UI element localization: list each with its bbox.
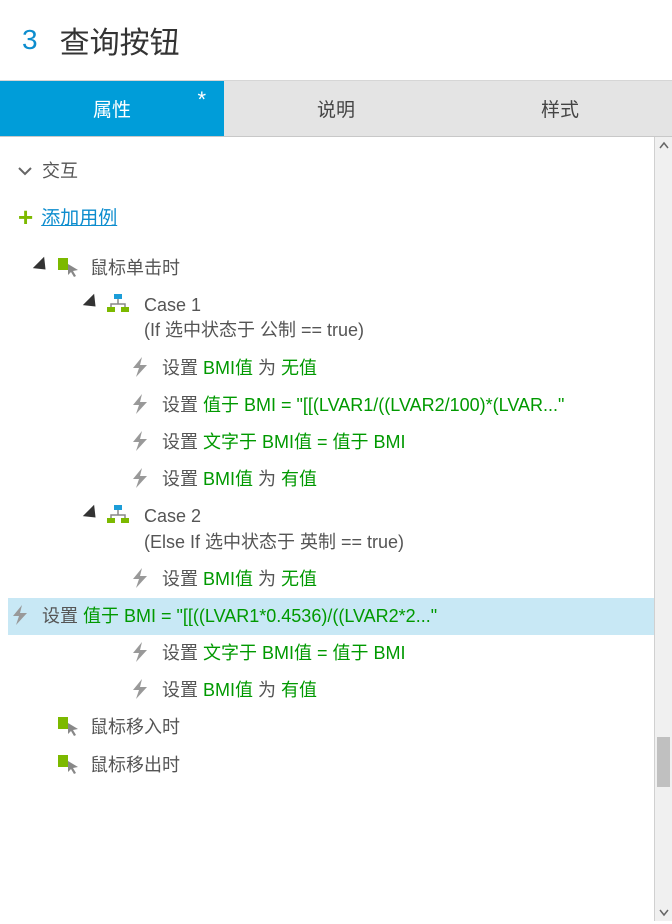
add-case-label: 添加用例 [41, 203, 117, 230]
action-prefix: 设置 [162, 680, 203, 700]
action-prefix: 设置 [162, 469, 203, 489]
tab-bar: 属性 * 说明 样式 [0, 81, 672, 137]
action-expr: 文字于 BMI值 = 值于 BMI [203, 432, 406, 452]
action-node[interactable]: 设置 BMI值 为 无值 [8, 350, 654, 387]
vertical-scrollbar[interactable] [654, 137, 672, 921]
event-node-click[interactable]: 鼠标单击时 [8, 250, 654, 287]
event-label: 鼠标移入时 [90, 715, 180, 740]
action-node[interactable]: 设置 BMI值 为 无值 [8, 561, 654, 598]
bolt-icon [8, 604, 32, 626]
bolt-icon [128, 467, 152, 489]
mouse-enter-icon [56, 715, 80, 737]
tab-label: 说明 [317, 100, 355, 121]
mouse-click-icon [56, 256, 80, 278]
action-prefix: 设置 [162, 643, 203, 663]
section-interactions[interactable]: 交互 [0, 151, 654, 189]
widget-index: 3 [22, 24, 38, 56]
action-node[interactable]: 设置 BMI值 为 有值 [8, 461, 654, 498]
widget-title: 查询按钮 [60, 18, 180, 62]
action-target: BMI值 [203, 358, 253, 378]
action-node-selected[interactable]: 设置 值于 BMI = "[[((LVAR1*0.4536)/((LVAR2*2… [8, 598, 654, 635]
action-target: BMI值 [203, 469, 253, 489]
event-node-leave[interactable]: 鼠标移出时 [8, 747, 654, 784]
scroll-thumb[interactable] [657, 737, 670, 787]
bolt-icon [128, 641, 152, 663]
section-title: 交互 [42, 157, 78, 183]
expand-icon[interactable] [33, 257, 51, 275]
action-value: 有值 [281, 680, 317, 700]
action-node[interactable]: 设置 文字于 BMI值 = 值于 BMI [8, 424, 654, 461]
panel-header: 3 查询按钮 [0, 0, 672, 81]
plus-icon: + [18, 204, 33, 230]
event-node-enter[interactable]: 鼠标移入时 [8, 709, 654, 746]
event-label: 鼠标单击时 [90, 256, 180, 281]
action-prefix: 设置 [162, 432, 203, 452]
action-target: BMI值 [203, 569, 253, 589]
case-icon [106, 504, 130, 526]
scroll-down-icon[interactable] [657, 905, 671, 919]
action-prefix: 设置 [42, 606, 83, 626]
event-label: 鼠标移出时 [90, 753, 180, 778]
case-condition: (Else If 选中状态于 英制 == true) [144, 530, 654, 555]
case-name: Case 2 [144, 506, 201, 526]
action-expr: 文字于 BMI值 = 值于 BMI [203, 643, 406, 663]
tab-notes[interactable]: 说明 [224, 81, 448, 136]
action-prefix: 设置 [162, 395, 203, 415]
interactions-panel: 交互 + 添加用例 鼠标单击时 [0, 137, 654, 921]
bolt-icon [128, 430, 152, 452]
action-node[interactable]: 设置 文字于 BMI值 = 值于 BMI [8, 635, 654, 672]
action-value: 无值 [281, 569, 317, 589]
action-node[interactable]: 设置 值于 BMI = "[[(LVAR1/((LVAR2/100)*(LVAR… [8, 387, 654, 424]
interaction-tree: 鼠标单击时 Case 1 (If 选中状态于 公制 == true) [0, 240, 654, 784]
bolt-icon [128, 356, 152, 378]
case-name: Case 1 [144, 295, 201, 315]
action-prefix: 设置 [162, 569, 203, 589]
action-prefix: 设置 [162, 358, 203, 378]
tab-label: 样式 [541, 100, 579, 121]
case-condition: (If 选中状态于 公制 == true) [144, 318, 654, 343]
scroll-up-icon[interactable] [657, 139, 671, 153]
tab-properties[interactable]: 属性 * [0, 81, 224, 136]
action-expr: 值于 BMI = "[[(LVAR1/((LVAR2/100)*(LVAR...… [203, 395, 564, 415]
expand-icon[interactable] [83, 505, 101, 523]
add-case-button[interactable]: + 添加用例 [0, 189, 654, 240]
case-node-1[interactable]: Case 1 (If 选中状态于 公制 == true) [8, 287, 654, 349]
action-value: 有值 [281, 469, 317, 489]
modified-indicator: * [197, 89, 206, 111]
case-node-2[interactable]: Case 2 (Else If 选中状态于 英制 == true) [8, 498, 654, 560]
bolt-icon [128, 567, 152, 589]
bolt-icon [128, 393, 152, 415]
expand-icon[interactable] [83, 294, 101, 312]
action-value: 无值 [281, 358, 317, 378]
bolt-icon [128, 678, 152, 700]
action-expr: 值于 BMI = "[[((LVAR1*0.4536)/((LVAR2*2...… [83, 606, 437, 626]
action-node[interactable]: 设置 BMI值 为 有值 [8, 672, 654, 709]
tab-label: 属性 [93, 100, 131, 121]
chevron-down-icon [18, 160, 32, 181]
action-target: BMI值 [203, 680, 253, 700]
mouse-leave-icon [56, 753, 80, 775]
case-icon [106, 293, 130, 315]
tab-style[interactable]: 样式 [448, 81, 672, 136]
